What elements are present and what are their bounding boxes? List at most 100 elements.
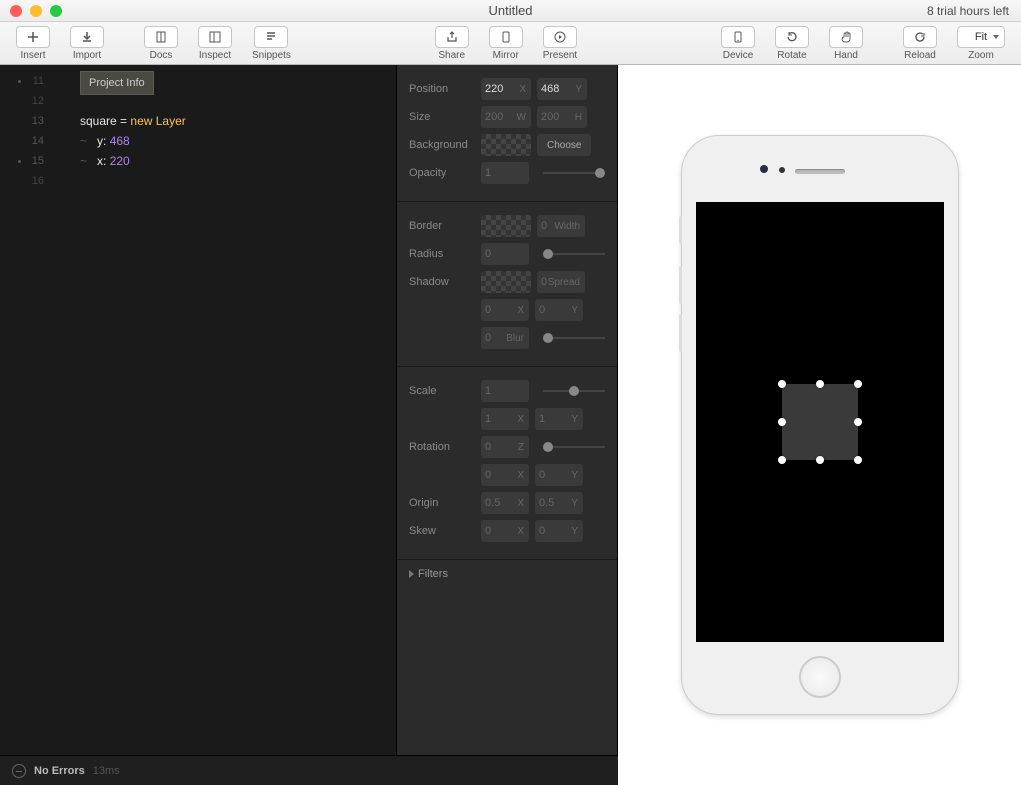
shadow-blur-slider[interactable] <box>543 337 605 339</box>
border-width-input[interactable]: 0Width <box>537 215 585 237</box>
toolbar: Insert Import Docs Inspect Snippets Shar… <box>0 22 1021 65</box>
zoom-select[interactable]: FitZoom <box>947 26 1015 61</box>
resize-handle[interactable] <box>778 456 786 464</box>
resize-handle[interactable] <box>854 418 862 426</box>
rotation-z-input[interactable]: 0Z <box>481 436 529 458</box>
code-line: ~ x: 220 <box>56 151 396 171</box>
background-swatch[interactable] <box>481 134 531 156</box>
minimize-icon[interactable] <box>30 5 42 17</box>
inspect-button[interactable]: Inspect <box>188 26 242 61</box>
device-volume-up <box>679 266 682 304</box>
origin-x-input[interactable]: 0.5X <box>481 492 529 514</box>
resize-handle[interactable] <box>816 380 824 388</box>
shadow-blur-row: 0Blur <box>409 324 605 352</box>
opacity-slider[interactable] <box>543 172 605 174</box>
main-area: 11 12 13 14 15 16 Project Info square = … <box>0 65 1021 785</box>
shadow-x-input[interactable]: 0X <box>481 299 529 321</box>
resize-handle[interactable] <box>854 380 862 388</box>
rotation-xy-row: 0X 0Y <box>409 461 605 489</box>
rotation-row: Rotation 0Z <box>409 433 605 461</box>
rotate-button[interactable]: Rotate <box>765 26 819 61</box>
snippets-button[interactable]: Snippets <box>242 26 301 61</box>
position-y-input[interactable]: 468Y <box>537 78 587 100</box>
target-icon <box>12 764 26 778</box>
shadow-spread-input[interactable]: 0Spread <box>537 271 585 293</box>
background-row: Background Choose <box>409 131 605 159</box>
reload-button[interactable]: Reload <box>893 26 947 61</box>
window-title: Untitled <box>488 3 532 18</box>
filters-section[interactable]: Filters <box>397 560 617 588</box>
line-number: 14 <box>0 131 56 151</box>
skew-y-input[interactable]: 0Y <box>535 520 583 542</box>
present-button[interactable]: Present <box>533 26 587 61</box>
scale-slider[interactable] <box>543 390 605 392</box>
titlebar: Untitled 8 trial hours left <box>0 0 1021 22</box>
chevron-right-icon <box>409 570 414 578</box>
status-bar: No Errors 13ms <box>0 755 618 785</box>
shadow-blur-input[interactable]: 0Blur <box>481 327 529 349</box>
scale-x-input[interactable]: 1X <box>481 408 529 430</box>
resize-handle[interactable] <box>816 456 824 464</box>
radius-row: Radius 0 <box>409 240 605 268</box>
origin-y-input[interactable]: 0.5Y <box>535 492 583 514</box>
layer-square[interactable] <box>782 384 858 460</box>
rotation-slider[interactable] <box>543 446 605 448</box>
device-frame <box>681 135 959 715</box>
radius-input[interactable]: 0 <box>481 243 529 265</box>
status-time: 13ms <box>93 765 120 777</box>
line-number: 16 <box>0 171 56 191</box>
opacity-input[interactable]: 1 <box>481 162 529 184</box>
resize-handle[interactable] <box>778 380 786 388</box>
shadow-xy-row: 0X 0Y <box>409 296 605 324</box>
line-number: 12 <box>0 91 56 111</box>
project-info-badge[interactable]: Project Info <box>80 71 154 95</box>
maximize-icon[interactable] <box>50 5 62 17</box>
share-button[interactable]: Share <box>425 26 479 61</box>
border-row: Border 0Width <box>409 212 605 240</box>
choose-button[interactable]: Choose <box>537 134 591 156</box>
device-mute-switch <box>679 216 682 244</box>
opacity-row: Opacity 1 <box>409 159 605 187</box>
resize-handle[interactable] <box>778 418 786 426</box>
scale-input[interactable]: 1 <box>481 380 529 402</box>
traffic-lights <box>10 5 62 17</box>
status-label: No Errors <box>34 765 85 777</box>
skew-row: Skew 0X 0Y <box>409 517 605 545</box>
device-screen[interactable] <box>696 202 944 642</box>
import-button[interactable]: Import <box>60 26 114 61</box>
border-swatch[interactable] <box>481 215 531 237</box>
insert-button[interactable]: Insert <box>6 26 60 61</box>
properties-panel: Position 220X 468Y Size 200W 200H Backgr… <box>396 65 618 785</box>
shadow-swatch[interactable] <box>481 271 531 293</box>
line-number: 11 <box>0 71 56 91</box>
line-number: 15 <box>0 151 56 171</box>
speaker-icon <box>795 169 845 174</box>
radius-slider[interactable] <box>543 253 605 255</box>
size-w-input[interactable]: 200W <box>481 106 531 128</box>
hand-button[interactable]: Hand <box>819 26 873 61</box>
camera-icon <box>760 165 768 173</box>
code-line: square = new Layer <box>56 111 396 131</box>
origin-row: Origin 0.5X 0.5Y <box>409 489 605 517</box>
docs-button[interactable]: Docs <box>134 26 188 61</box>
sensor-icon <box>779 167 785 173</box>
position-x-input[interactable]: 220X <box>481 78 531 100</box>
size-h-input[interactable]: 200H <box>537 106 587 128</box>
scale-y-input[interactable]: 1Y <box>535 408 583 430</box>
rotation-x-input[interactable]: 0X <box>481 464 529 486</box>
line-number: 13 <box>0 111 56 131</box>
skew-x-input[interactable]: 0X <box>481 520 529 542</box>
device-preview <box>618 65 1021 785</box>
size-row: Size 200W 200H <box>409 103 605 131</box>
scale-xy-row: 1X 1Y <box>409 405 605 433</box>
close-icon[interactable] <box>10 5 22 17</box>
mirror-button[interactable]: Mirror <box>479 26 533 61</box>
resize-handle[interactable] <box>854 456 862 464</box>
code-line: ~ y: 468 <box>56 131 396 151</box>
rotation-y-input[interactable]: 0Y <box>535 464 583 486</box>
code-editor[interactable]: Project Info square = new Layer ~ y: 468… <box>56 65 396 785</box>
device-button[interactable]: Device <box>711 26 765 61</box>
scale-row: Scale 1 <box>409 377 605 405</box>
home-button[interactable] <box>799 656 841 698</box>
shadow-y-input[interactable]: 0Y <box>535 299 583 321</box>
